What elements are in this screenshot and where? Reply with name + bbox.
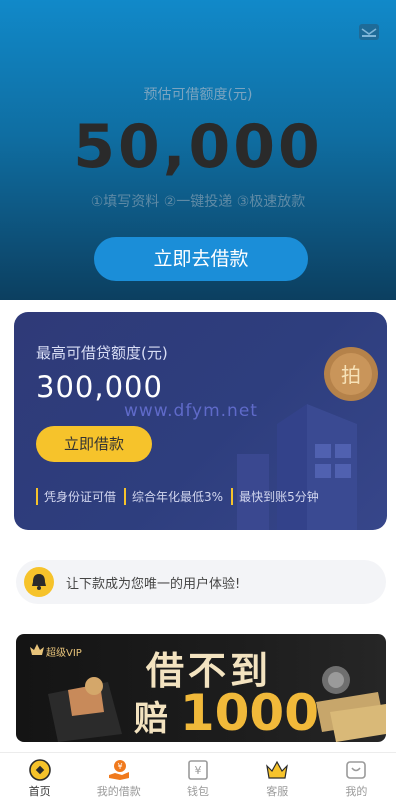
promo-prefix: 赔 bbox=[134, 699, 168, 739]
auction-coin-icon: 拍 bbox=[324, 347, 378, 401]
wallet-yen-icon: ¥ bbox=[188, 760, 208, 780]
max-limit-label: 最高可借贷额度(元) bbox=[36, 344, 168, 362]
message-icon[interactable] bbox=[358, 22, 380, 42]
vip-label: 超级VIP bbox=[46, 648, 82, 659]
bell-icon bbox=[24, 567, 54, 597]
tab-label: 首页 bbox=[28, 785, 51, 798]
feature-item: 凭身份证可借 bbox=[36, 488, 116, 505]
loan-hand-icon: ¥ bbox=[108, 760, 129, 780]
crown-icon bbox=[266, 760, 289, 779]
tab-label: 我的 bbox=[345, 785, 368, 798]
home-coin-icon bbox=[28, 759, 51, 781]
promo-amount: 1000 bbox=[179, 684, 320, 742]
estimate-amount: 50,000 bbox=[73, 112, 323, 182]
money-bag-illustration bbox=[48, 677, 122, 742]
vip-promo-banner[interactable]: 超级VIP 借不到 赔 1000 bbox=[16, 634, 386, 742]
bottom-tab-bar: 首页 ¥ 我的借款 ¥ 钱包 客服 我的 bbox=[0, 752, 396, 802]
watermark-text: www.dfym.net bbox=[124, 401, 258, 421]
tab-home[interactable]: 首页 bbox=[0, 753, 79, 802]
loan-limit-card[interactable]: 拍 最高可借贷额度(元) 300,000 www.dfym.net 立即借款 凭… bbox=[14, 312, 387, 530]
tab-label: 客服 bbox=[266, 785, 289, 798]
tab-label: 钱包 bbox=[187, 785, 209, 798]
hero-section: 预估可借额度(元) 50,000 ①填写资料 ②一键投递 ③极速放款 立即去借款 bbox=[0, 0, 396, 300]
coin-char: 拍 bbox=[341, 363, 361, 387]
notice-text: 让下款成为您唯一的用户体验! bbox=[66, 577, 241, 592]
process-steps: ①填写资料 ②一键投递 ③极速放款 bbox=[90, 194, 306, 210]
tab-profile[interactable]: 我的 bbox=[317, 753, 396, 802]
borrow-now-button[interactable]: 立即去借款 bbox=[94, 237, 308, 281]
svg-text:¥: ¥ bbox=[195, 764, 202, 777]
vip-crown-icon bbox=[30, 644, 44, 655]
estimate-label: 预估可借额度(元) bbox=[143, 87, 253, 103]
tab-customer-service[interactable]: 客服 bbox=[238, 753, 317, 802]
notice-bar[interactable]: 让下款成为您唯一的用户体验! bbox=[16, 560, 386, 604]
apply-loan-button[interactable]: 立即借款 bbox=[36, 426, 152, 462]
svg-text:¥: ¥ bbox=[117, 762, 122, 771]
tab-my-loans[interactable]: ¥ 我的借款 bbox=[79, 753, 158, 802]
feature-list: 凭身份证可借 综合年化最低3% 最快到账5分钟 bbox=[36, 488, 319, 505]
profile-icon bbox=[346, 761, 367, 779]
cash-stack-illustration bbox=[316, 666, 386, 742]
feature-item: 最快到账5分钟 bbox=[231, 488, 319, 505]
max-limit-amount: 300,000 bbox=[36, 370, 163, 404]
feature-item: 综合年化最低3% bbox=[124, 488, 223, 505]
tab-label: 我的借款 bbox=[96, 785, 141, 798]
promo-line-2: 赔 1000 bbox=[134, 684, 319, 742]
tab-wallet[interactable]: ¥ 钱包 bbox=[158, 753, 237, 802]
